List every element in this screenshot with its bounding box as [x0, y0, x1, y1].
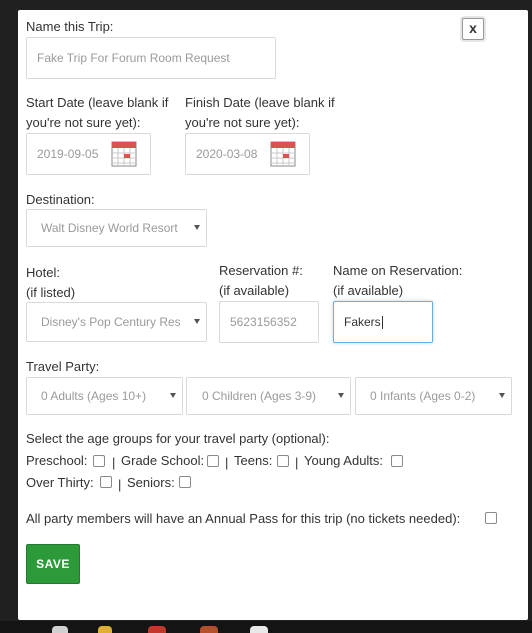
- separator: |: [295, 455, 299, 470]
- adults-value: 0 Adults (Ages 10+): [41, 389, 147, 403]
- over-thirty-label: Over Thirty:: [26, 475, 94, 490]
- annual-pass-checkbox[interactable]: [485, 512, 497, 524]
- reservation-number-input[interactable]: 5623156352: [219, 301, 319, 343]
- grade-school-label: Grade School:: [121, 453, 205, 468]
- chevron-down-icon: [499, 393, 505, 398]
- adults-select[interactable]: 0 Adults (Ages 10+): [26, 377, 183, 415]
- preschool-label: Preschool:: [26, 453, 88, 468]
- calendar-icon[interactable]: [270, 139, 296, 167]
- over-thirty-checkbox[interactable]: [100, 476, 112, 488]
- reservation-label-line2: (if available): [219, 283, 290, 298]
- hotel-label: Hotel:: [26, 265, 60, 280]
- taskbar-app-icon[interactable]: [98, 626, 112, 633]
- seniors-label: Seniors:: [127, 475, 175, 490]
- travel-party-label: Travel Party:: [26, 359, 100, 374]
- grade-school-checkbox[interactable]: [207, 455, 219, 467]
- trip-name-input[interactable]: Fake Trip For Forum Room Request: [26, 37, 276, 79]
- hotel-value: Disney's Pop Century Res: [41, 315, 181, 329]
- destination-select[interactable]: Walt Disney World Resort: [26, 209, 207, 247]
- taskbar-app-icon[interactable]: [200, 626, 218, 633]
- close-button[interactable]: x: [462, 18, 484, 40]
- chevron-down-icon: [170, 393, 176, 398]
- teens-checkbox[interactable]: [277, 455, 289, 467]
- finish-date-label-line2: you're not sure yet):: [185, 115, 300, 130]
- text-cursor: [381, 315, 383, 329]
- taskbar-app-icon[interactable]: [52, 626, 68, 633]
- destination-label: Destination:: [26, 192, 95, 207]
- name-on-reservation-label-line2: (if available): [333, 283, 404, 298]
- children-select[interactable]: 0 Children (Ages 3-9): [186, 377, 351, 415]
- finish-date-value: 2020-03-08: [196, 147, 258, 161]
- trip-modal: x Name this Trip: Fake Trip For Forum Ro…: [18, 10, 528, 620]
- age-groups-label: Select the age groups for your travel pa…: [26, 431, 330, 446]
- name-on-reservation-value: Fakers: [344, 315, 381, 329]
- hotel-select[interactable]: Disney's Pop Century Res: [26, 302, 207, 342]
- taskbar-app-icon[interactable]: [148, 626, 166, 633]
- start-date-label-line2: you're not sure yet):: [26, 115, 141, 130]
- separator: |: [225, 455, 229, 470]
- children-value: 0 Children (Ages 3-9): [202, 389, 317, 403]
- trip-name-label: Name this Trip:: [26, 19, 114, 34]
- separator: |: [118, 477, 122, 492]
- chevron-down-icon: [194, 319, 200, 324]
- name-on-reservation-input[interactable]: Fakers: [333, 301, 433, 343]
- young-adults-checkbox[interactable]: [391, 455, 403, 467]
- start-date-label: Start Date (leave blank if: [26, 95, 169, 110]
- name-on-reservation-label: Name on Reservation:: [333, 263, 463, 278]
- teens-label: Teens:: [234, 453, 273, 468]
- destination-value: Walt Disney World Resort: [41, 221, 178, 235]
- save-button[interactable]: SAVE: [26, 544, 80, 584]
- start-date-value: 2019-09-05: [37, 147, 99, 161]
- close-icon: x: [469, 20, 477, 36]
- preschool-checkbox[interactable]: [93, 455, 105, 467]
- hotel-label-line2: (if listed): [26, 285, 76, 300]
- chevron-down-icon: [338, 393, 344, 398]
- infants-select[interactable]: 0 Infants (Ages 0-2): [355, 377, 512, 415]
- taskbar-app-icon[interactable]: [250, 626, 268, 633]
- reservation-label: Reservation #:: [219, 263, 303, 278]
- separator: |: [112, 455, 116, 470]
- reservation-number-value: 5623156352: [230, 315, 297, 329]
- infants-value: 0 Infants (Ages 0-2): [370, 389, 476, 403]
- annual-pass-label: All party members will have an Annual Pa…: [26, 511, 461, 526]
- young-adults-label: Young Adults:: [304, 453, 384, 468]
- finish-date-label: Finish Date (leave blank if: [185, 95, 335, 110]
- calendar-icon[interactable]: [111, 139, 137, 167]
- chevron-down-icon: [194, 225, 200, 230]
- seniors-checkbox[interactable]: [179, 476, 191, 488]
